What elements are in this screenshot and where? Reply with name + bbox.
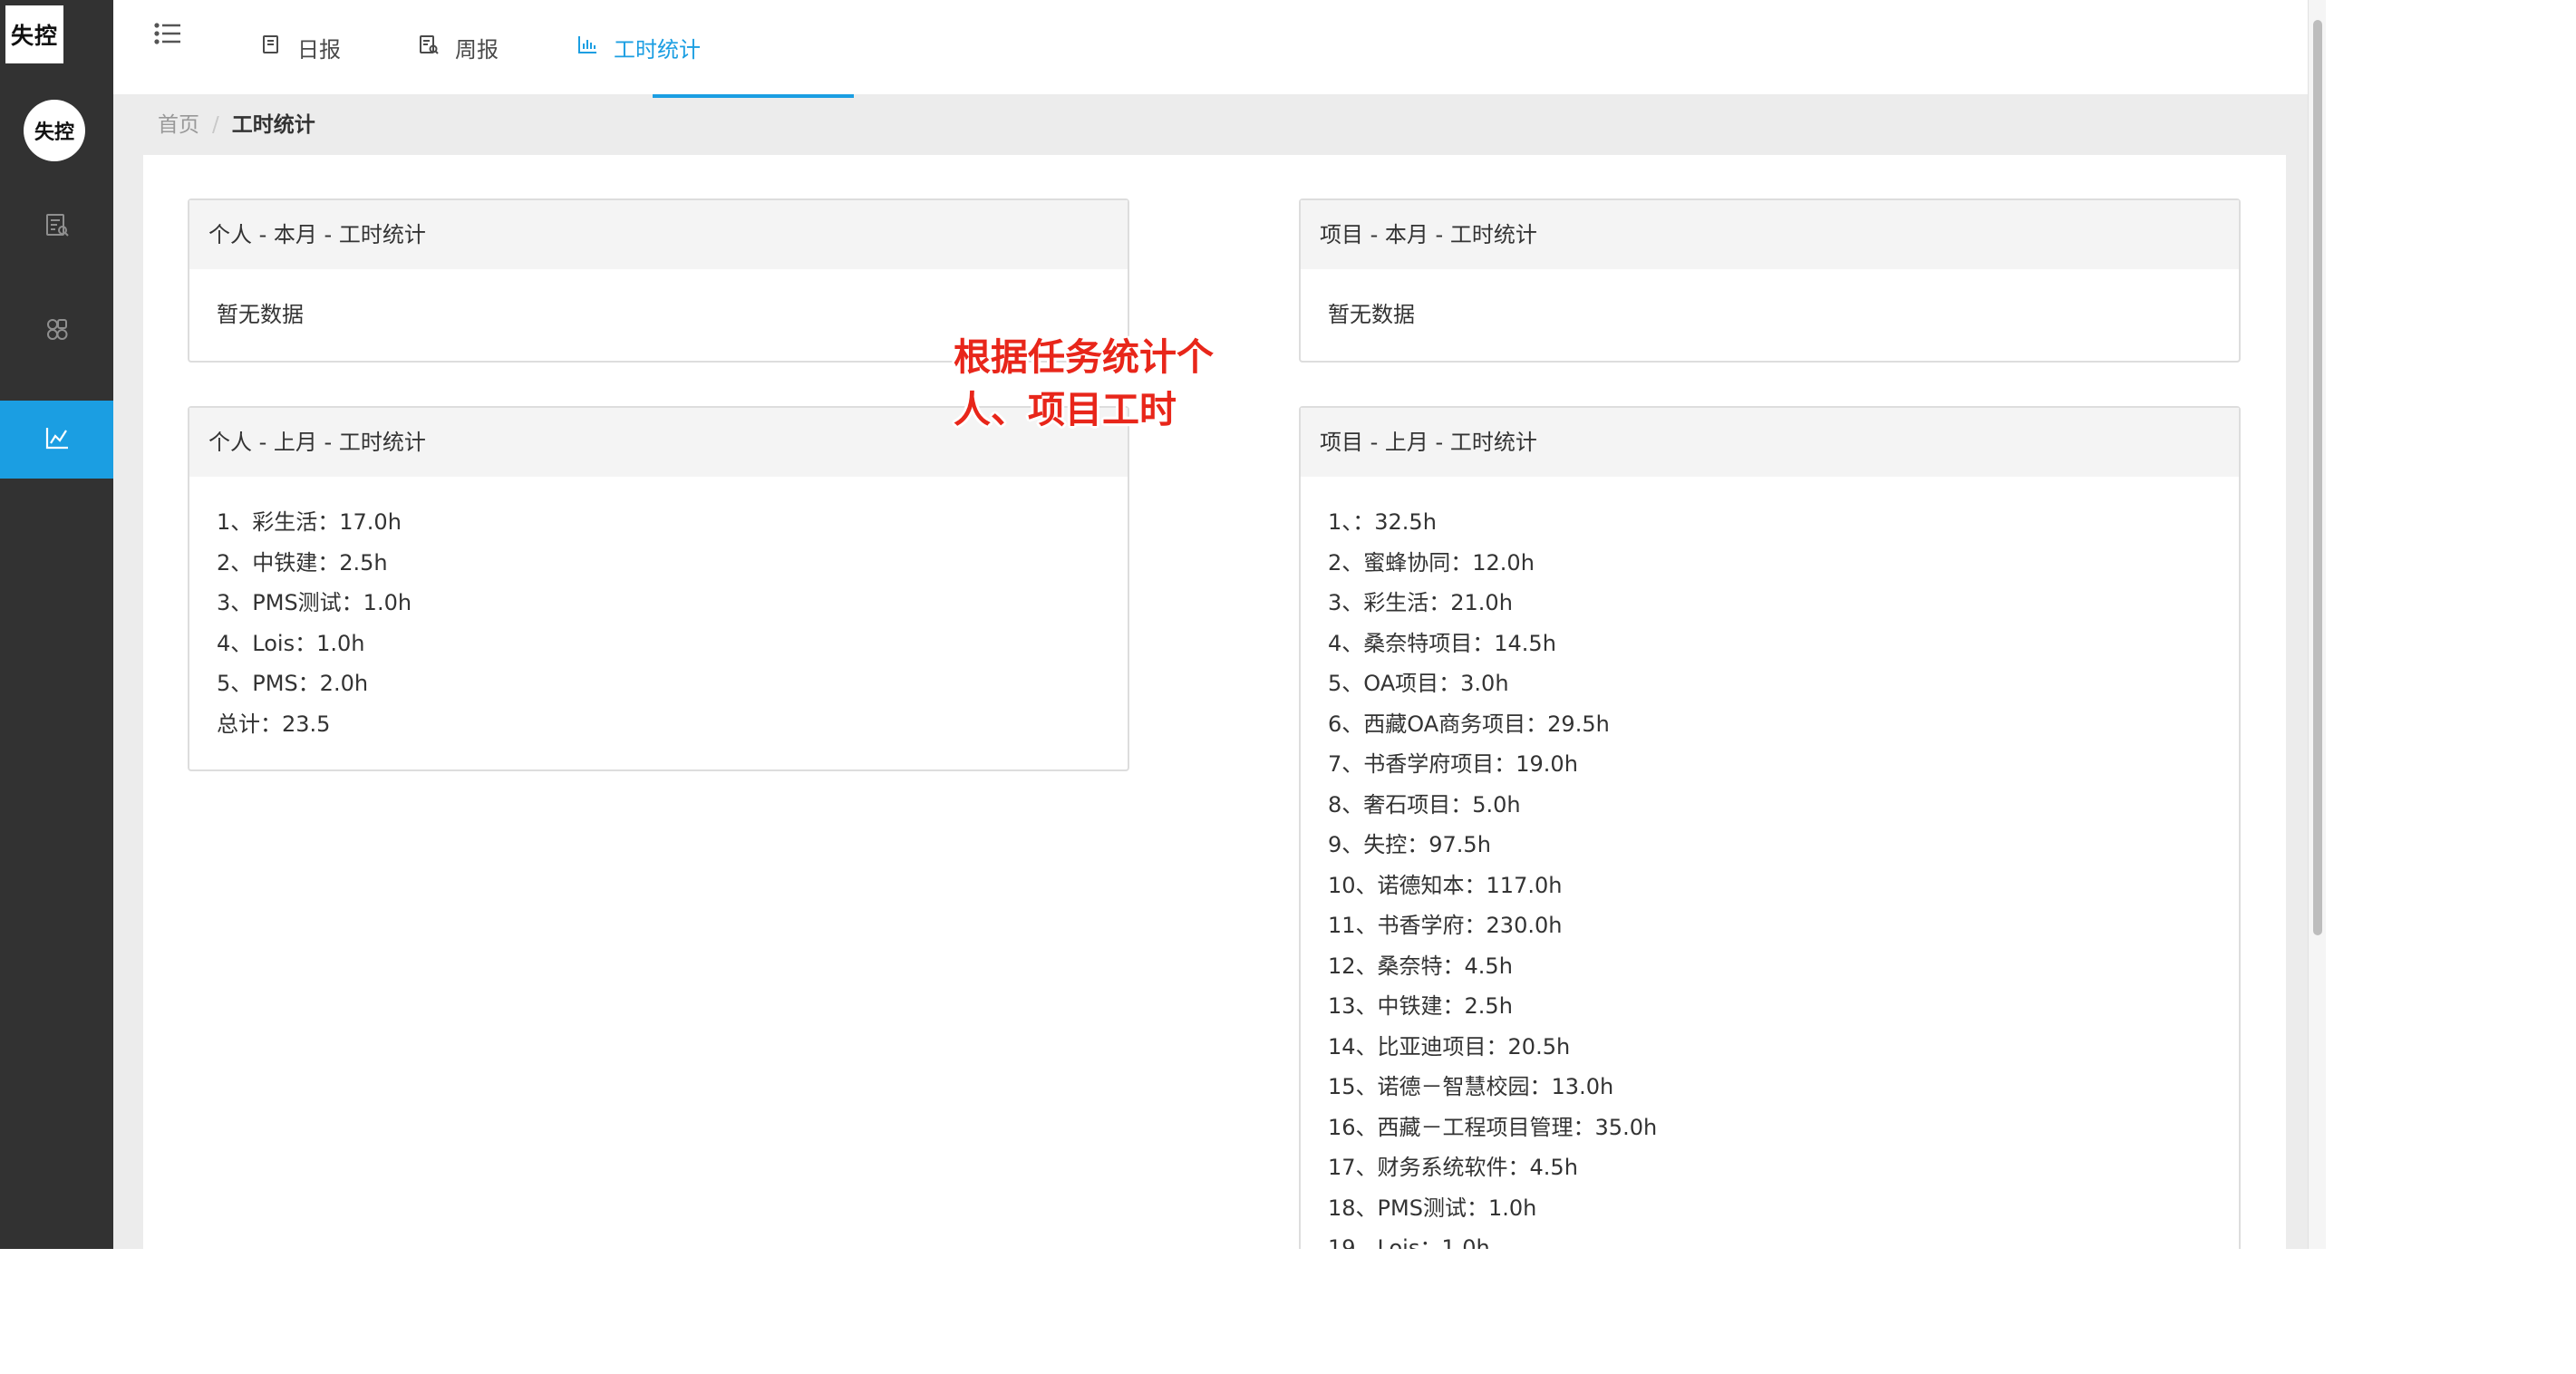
edit-document-icon xyxy=(419,34,455,60)
panel-title: 项目 - 上月 - 工时统计 xyxy=(1301,408,2239,477)
panel-project-this-month: 项目 - 本月 - 工时统计 暂无数据 xyxy=(1299,198,2241,363)
document-icon xyxy=(261,34,297,60)
tab-label: 工时统计 xyxy=(614,36,701,63)
sidebar: 失控 失控 xyxy=(0,0,113,1249)
list-item: 16、西藏－工程项目管理：35.0h xyxy=(1328,1114,1658,1140)
logo: 失控 xyxy=(5,5,63,63)
list-item: 4、桑奈特项目：14.5h xyxy=(1328,630,1556,656)
vertical-scrollbar[interactable] xyxy=(2308,0,2326,1249)
chart-icon xyxy=(44,424,71,455)
daily-report-icon xyxy=(44,211,71,242)
list-item: 9、失控：97.5h xyxy=(1328,832,1491,857)
list-item: 7、书香学府项目：19.0h xyxy=(1328,751,1578,777)
list-item: 11、书香学府：230.0h xyxy=(1328,913,1563,938)
list-item: 8、奢石项目：5.0h xyxy=(1328,791,1521,818)
panel-body: 暂无数据 xyxy=(1301,269,2239,361)
tab-work-hours[interactable]: 工时统计 xyxy=(577,0,701,94)
panel-project-last-month: 项目 - 上月 - 工时统计 1、：32.5h 2、蜜蜂协同：12.0h 3、彩… xyxy=(1299,406,2241,1249)
content-area: 个人 - 本月 - 工时统计 暂无数据 项目 - 本月 - 工时统计 暂无数据 … xyxy=(143,155,2286,1249)
top-bar: 日报 周报 工时统计 xyxy=(113,0,2326,98)
breadcrumb-current: 工时统计 xyxy=(231,113,315,137)
breadcrumb-home[interactable]: 首页 xyxy=(158,113,199,137)
breadcrumb: 首页 / 工时统计 xyxy=(158,107,315,138)
list-item: 2、蜜蜂协同：12.0h xyxy=(1328,549,1535,576)
list-item: 10、诺德知本：117.0h xyxy=(1328,872,1563,898)
list-item: 15、诺德－智慧校园：13.0h xyxy=(1328,1074,1614,1099)
panel-body: 1、彩生活：17.0h 2、中铁建：2.5h 3、PMS测试：1.0h 4、Lo… xyxy=(189,477,1128,769)
breadcrumb-separator: / xyxy=(212,113,219,137)
empty-text: 暂无数据 xyxy=(1328,302,1415,327)
list-item: 2、中铁建：2.5h xyxy=(217,549,388,576)
panel-title: 项目 - 本月 - 工时统计 xyxy=(1301,200,2239,269)
sidebar-item-statistics[interactable] xyxy=(0,401,113,479)
annotation-line: 人、项目工时 xyxy=(954,388,1177,431)
panel-title: 个人 - 本月 - 工时统计 xyxy=(189,200,1128,269)
list-item: 18、PMS测试：1.0h xyxy=(1328,1195,1537,1221)
bar-chart-icon xyxy=(577,34,614,60)
app-window: 失控 失控 日报 周报 工时统计 首页 / 工时统计 个人 - 本月 - 工时统… xyxy=(0,0,2326,1249)
menu-toggle-icon[interactable] xyxy=(152,20,183,51)
sidebar-item-apps[interactable] xyxy=(0,292,113,370)
apps-icon xyxy=(44,315,71,346)
scrollbar-thumb[interactable] xyxy=(2313,20,2322,935)
list-item: 1、彩生活：17.0h xyxy=(217,509,402,535)
list-item: 3、彩生活：21.0h xyxy=(1328,590,1513,615)
list-item: 4、Lois：1.0h xyxy=(217,630,365,656)
annotation-line: 根据任务统计个 xyxy=(954,335,1214,379)
list-item: 12、桑奈特：4.5h xyxy=(1328,953,1513,979)
list-item: 19、Lois：1.0h xyxy=(1328,1235,1490,1249)
tab-daily-report[interactable]: 日报 xyxy=(261,0,341,94)
tab-label: 周报 xyxy=(455,36,499,63)
panel-body: 1、：32.5h 2、蜜蜂协同：12.0h 3、彩生活：21.0h 4、桑奈特项… xyxy=(1301,477,2239,1249)
sidebar-item-daily-report[interactable] xyxy=(0,188,113,266)
tab-weekly-report[interactable]: 周报 xyxy=(419,0,499,94)
avatar[interactable]: 失控 xyxy=(24,100,85,161)
empty-text: 暂无数据 xyxy=(217,302,304,327)
annotation-text: 根据任务统计个 人、项目工时 xyxy=(954,331,1214,436)
panel-personal-last-month: 个人 - 上月 - 工时统计 1、彩生活：17.0h 2、中铁建：2.5h 3、… xyxy=(188,406,1129,771)
list-item: 1、：32.5h xyxy=(1328,509,1437,535)
list-item: 3、PMS测试：1.0h xyxy=(217,590,412,615)
list-item: 5、OA项目：3.0h xyxy=(1328,671,1509,696)
list-item: 5、PMS：2.0h xyxy=(217,671,369,696)
total-line: 总计：23.5 xyxy=(217,711,331,737)
list-item: 14、比亚迪项目：20.5h xyxy=(1328,1033,1571,1060)
active-tab-indicator xyxy=(653,94,854,98)
tab-label: 日报 xyxy=(297,36,341,63)
list-item: 13、中铁建：2.5h xyxy=(1328,993,1513,1019)
list-item: 6、西藏OA商务项目：29.5h xyxy=(1328,711,1610,737)
list-item: 17、财务系统软件：4.5h xyxy=(1328,1155,1578,1180)
